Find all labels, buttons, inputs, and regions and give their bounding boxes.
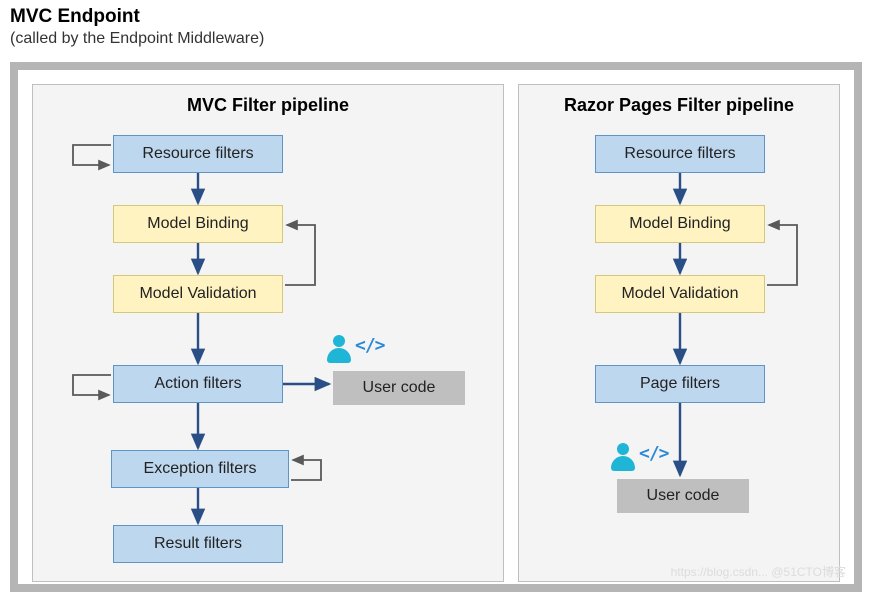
exception-filters-box: Exception filters (111, 450, 289, 488)
model-validation-box: Model Validation (113, 275, 283, 313)
razor-code-icon: </> (639, 443, 669, 464)
user-code-box: User code (333, 371, 465, 405)
razor-model-validation-box: Model Validation (595, 275, 765, 313)
watermark-text: https://blog.csdn... @51CTO博客 (671, 563, 846, 580)
code-icon: </> (355, 335, 385, 356)
action-filters-box: Action filters (113, 365, 283, 403)
mvc-filter-pipeline-panel: MVC Filter pipeline Resource filters Mod… (32, 84, 504, 582)
mvc-panel-title: MVC Filter pipeline (33, 95, 503, 116)
outer-container: MVC Filter pipeline Resource filters Mod… (10, 62, 862, 592)
resource-filters-box: Resource filters (113, 135, 283, 173)
diagram-header: MVC Endpoint (called by the Endpoint Mid… (0, 0, 872, 56)
page-filters-box: Page filters (595, 365, 765, 403)
razor-pages-filter-pipeline-panel: Razor Pages Filter pipeline Resource fil… (518, 84, 840, 582)
razor-resource-filters-box: Resource filters (595, 135, 765, 173)
model-binding-box: Model Binding (113, 205, 283, 243)
razor-model-binding-box: Model Binding (595, 205, 765, 243)
razor-panel-title: Razor Pages Filter pipeline (519, 95, 839, 116)
diagram-title: MVC Endpoint (10, 6, 862, 28)
razor-user-code-box: User code (617, 479, 749, 513)
result-filters-box: Result filters (113, 525, 283, 563)
diagram-subtitle: (called by the Endpoint Middleware) (10, 30, 862, 48)
